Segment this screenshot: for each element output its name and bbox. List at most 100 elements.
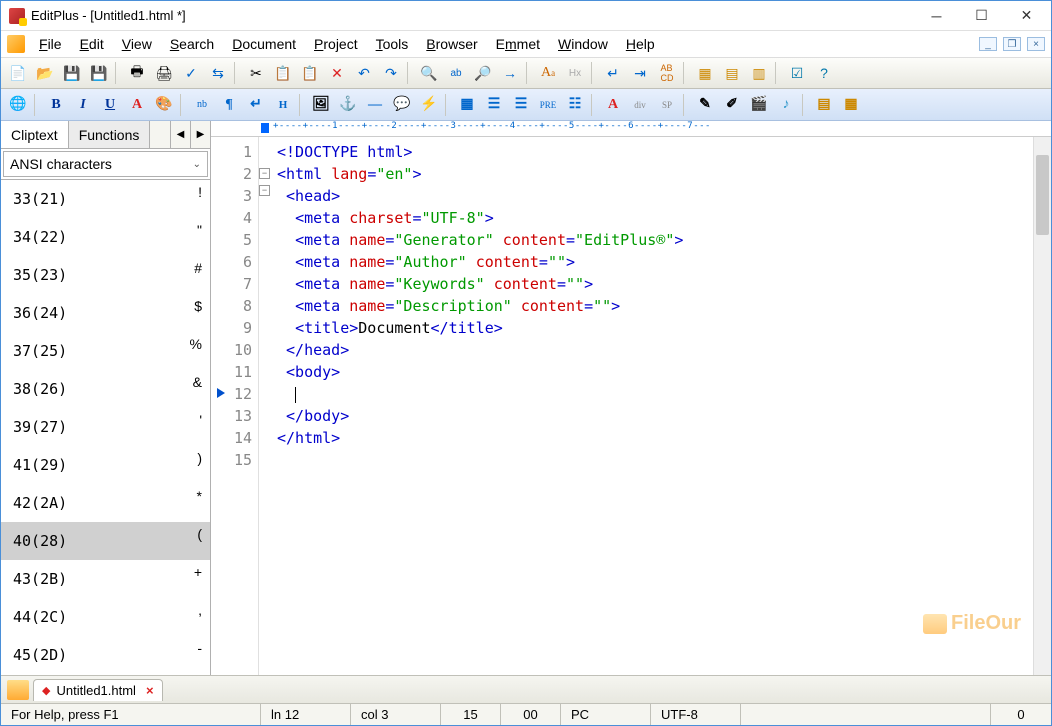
char-row[interactable]: 36(24)$	[1, 294, 210, 332]
menu-tools[interactable]: Tools	[368, 34, 417, 54]
italic-button[interactable]: I	[70, 92, 96, 118]
image-icon[interactable]: 🖼	[308, 92, 334, 118]
toggle-icon[interactable]: ⇆	[205, 60, 231, 86]
maximize-button[interactable]: ☐	[959, 2, 1004, 30]
fold-toggle[interactable]: −	[259, 185, 270, 196]
window2-icon[interactable]: ▤	[719, 60, 745, 86]
fontcolor-button[interactable]: A	[124, 92, 150, 118]
sidebar-next-button[interactable]: ▶	[190, 121, 210, 148]
pre-button[interactable]: PRE	[535, 92, 561, 118]
titlebar[interactable]: EditPlus - [Untitled1.html *] ─ ☐ ✕	[1, 1, 1051, 31]
char-row[interactable]: 41(29))	[1, 446, 210, 484]
save-all-icon[interactable]: 💾	[86, 60, 112, 86]
replace-icon[interactable]: ab	[443, 60, 469, 86]
char-list[interactable]: 33(21)!34(22)"35(23)#36(24)$37(25)%38(26…	[1, 179, 210, 675]
cut-icon[interactable]: ✂	[243, 60, 269, 86]
nbsp-button[interactable]: nb	[189, 92, 215, 118]
anchor-icon[interactable]: ⚓	[335, 92, 361, 118]
scrollbar-thumb[interactable]	[1036, 155, 1049, 235]
print-preview-icon[interactable]: 🖨	[151, 60, 177, 86]
para-button[interactable]: ¶	[216, 92, 242, 118]
hex-icon[interactable]: Hx	[562, 60, 588, 86]
menu-view[interactable]: View	[114, 34, 160, 54]
template2-icon[interactable]: ▦	[838, 92, 864, 118]
settings-icon[interactable]: ☑	[784, 60, 810, 86]
template1-icon[interactable]: ▤	[811, 92, 837, 118]
folder-icon[interactable]	[7, 680, 29, 700]
editor[interactable]: 123456789101112131415 −− <!DOCTYPE html>…	[211, 137, 1033, 675]
hr-icon[interactable]: —	[362, 92, 388, 118]
video-icon[interactable]: 🎬	[746, 92, 772, 118]
comment-icon[interactable]: 💬	[389, 92, 415, 118]
heading-button[interactable]: H	[270, 92, 296, 118]
cliptext-dropdown[interactable]: ANSI characters ⌄	[3, 151, 208, 177]
char-row[interactable]: 34(22)"	[1, 218, 210, 256]
span-button[interactable]: SP	[654, 92, 680, 118]
mdi-restore-button[interactable]: ❐	[1003, 37, 1021, 51]
find-icon[interactable]: 🔍	[416, 60, 442, 86]
align-icon[interactable]: ☰	[508, 92, 534, 118]
list-icon[interactable]: ☷	[562, 92, 588, 118]
undo-icon[interactable]: ↶	[351, 60, 377, 86]
find-in-files-icon[interactable]: 🔎	[470, 60, 496, 86]
char-row[interactable]: 37(25)%	[1, 332, 210, 370]
css-bold-icon[interactable]: A	[600, 92, 626, 118]
sidebar-prev-button[interactable]: ◀	[170, 121, 190, 148]
menu-file[interactable]: File	[31, 34, 70, 54]
font-icon[interactable]: Aa	[535, 60, 561, 86]
char-row[interactable]: 43(2B)+	[1, 560, 210, 598]
document-tab[interactable]: ◆ Untitled1.html ×	[33, 679, 163, 701]
audio-icon[interactable]: ♪	[773, 92, 799, 118]
menu-document[interactable]: Document	[224, 34, 304, 54]
window1-icon[interactable]: ▦	[692, 60, 718, 86]
char-row[interactable]: 40(28)(	[1, 522, 210, 560]
spellcheck-icon[interactable]: ✓	[178, 60, 204, 86]
edit2-icon[interactable]: ✐	[719, 92, 745, 118]
menu-edit[interactable]: Edit	[72, 34, 112, 54]
break-button[interactable]: ↵	[243, 92, 269, 118]
status-mode[interactable]: PC	[561, 704, 651, 725]
char-row[interactable]: 44(2C),	[1, 598, 210, 636]
bold-button[interactable]: B	[43, 92, 69, 118]
save-icon[interactable]: 💾	[59, 60, 85, 86]
script-icon[interactable]: ⚡	[416, 92, 442, 118]
delete-icon[interactable]: ✕	[324, 60, 350, 86]
tab-functions[interactable]: Functions	[69, 121, 151, 148]
print-icon[interactable]: 🖶	[124, 60, 150, 86]
tab-close-icon[interactable]: ×	[146, 683, 154, 698]
window3-icon[interactable]: ▥	[746, 60, 772, 86]
close-button[interactable]: ✕	[1004, 2, 1049, 30]
char-row[interactable]: 38(26)&	[1, 370, 210, 408]
edit1-icon[interactable]: ✎	[692, 92, 718, 118]
goto-icon[interactable]: →	[497, 60, 523, 86]
menu-browser[interactable]: Browser	[418, 34, 485, 54]
char-row[interactable]: 39(27)'	[1, 408, 210, 446]
charset-icon[interactable]: ABCD	[654, 60, 680, 86]
table-icon[interactable]: ▦	[454, 92, 480, 118]
new-file-icon[interactable]: 📄	[5, 60, 31, 86]
menu-project[interactable]: Project	[306, 34, 366, 54]
form-icon[interactable]: ☰	[481, 92, 507, 118]
mdi-close-button[interactable]: ×	[1027, 37, 1045, 51]
globe-icon[interactable]: 🌐	[5, 92, 31, 118]
tab-cliptext[interactable]: Cliptext	[1, 121, 69, 148]
wordwrap-icon[interactable]: ↵	[600, 60, 626, 86]
menu-emmet[interactable]: Emmet	[488, 34, 548, 54]
code-content[interactable]: <!DOCTYPE html><html lang="en"> <head> <…	[273, 137, 1033, 675]
minimize-button[interactable]: ─	[914, 2, 959, 30]
char-row[interactable]: 45(2D)-	[1, 636, 210, 674]
fold-toggle[interactable]: −	[259, 168, 270, 179]
open-file-icon[interactable]: 📂	[32, 60, 58, 86]
help-icon[interactable]: ?	[811, 60, 837, 86]
colorpicker-icon[interactable]: 🎨	[151, 92, 177, 118]
vertical-scrollbar[interactable]	[1033, 137, 1051, 675]
div-button[interactable]: div	[627, 92, 653, 118]
menu-help[interactable]: Help	[618, 34, 663, 54]
redo-icon[interactable]: ↷	[378, 60, 404, 86]
copy-icon[interactable]: 📋	[270, 60, 296, 86]
char-row[interactable]: 35(23)#	[1, 256, 210, 294]
mdi-minimize-button[interactable]: _	[979, 37, 997, 51]
underline-button[interactable]: U	[97, 92, 123, 118]
menu-window[interactable]: Window	[550, 34, 616, 54]
indent-icon[interactable]: ⇥	[627, 60, 653, 86]
